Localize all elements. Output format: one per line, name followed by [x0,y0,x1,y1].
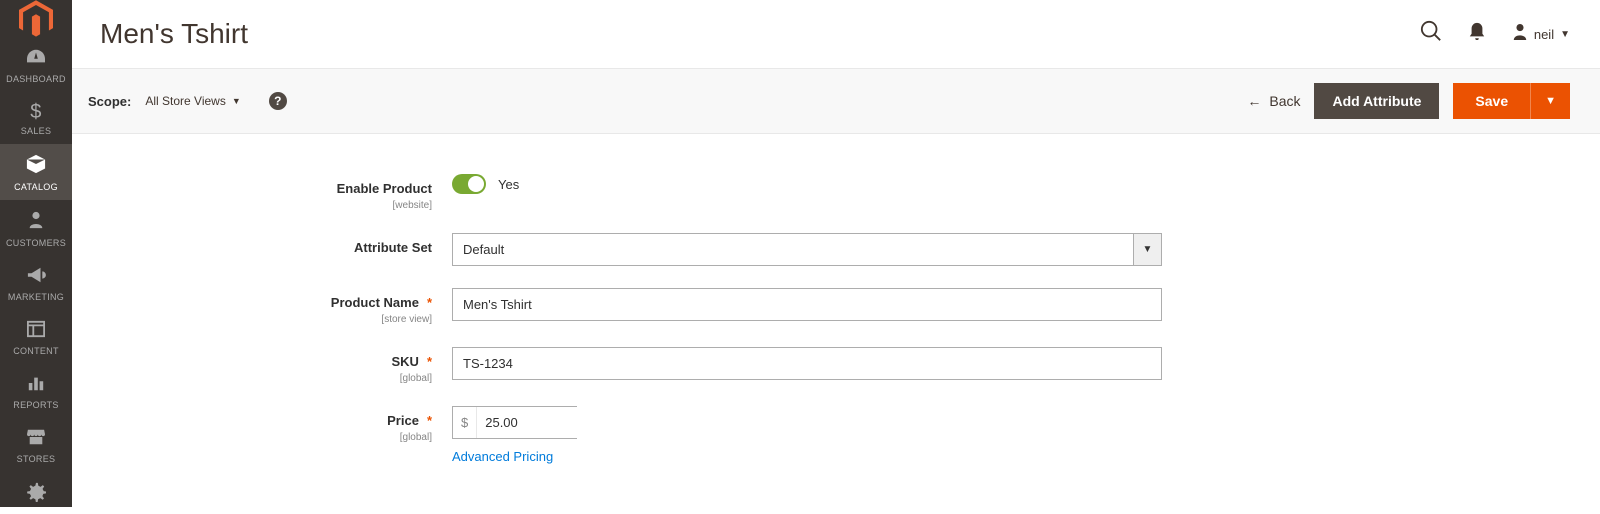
magento-logo-icon [19,0,53,38]
field-attribute-set: Attribute Set Default ▼ [102,233,1570,266]
gear-icon [26,482,46,506]
attribute-set-value: Default [452,233,1134,266]
sidebar-item-customers[interactable]: CUSTOMERS [0,200,72,256]
page-header: Men's Tshirt neil ▼ [72,0,1600,68]
required-mark: * [427,295,432,310]
field-price: Price * [global] $ Advanced Pricing [102,406,1570,464]
sidebar-label: REPORTS [13,400,58,410]
arrow-left-icon: ← [1247,93,1261,109]
sidebar-item-system[interactable] [0,472,72,514]
product-name-label: Product Name [331,295,419,310]
attribute-set-label: Attribute Set [354,240,432,255]
user-menu[interactable]: neil ▼ [1512,23,1570,46]
caret-down-icon: ▼ [1560,29,1570,40]
scope-label: Scope: [88,94,131,109]
price-input[interactable] [477,407,669,438]
page-title: Men's Tshirt [100,18,248,50]
attribute-set-select[interactable]: Default ▼ [452,233,1162,266]
sidebar-label: CONTENT [13,346,59,356]
sidebar-item-catalog[interactable]: CATALOG [0,144,72,200]
price-input-wrap: $ [452,406,577,439]
toolbar-left: Scope: All Store Views ▼ ? [88,92,287,110]
user-name: neil [1534,27,1554,42]
required-mark: * [427,354,432,369]
product-name-input[interactable] [452,288,1162,321]
chart-icon [26,374,46,396]
save-button-group: Save ▼ [1453,83,1570,119]
back-button[interactable]: ← Back [1247,93,1300,109]
sidebar-label: MARKETING [8,292,64,302]
content-icon [26,320,46,342]
field-enable-product: Enable Product [website] Yes [102,174,1570,211]
caret-down-icon: ▼ [232,96,241,106]
required-mark: * [427,413,432,428]
sidebar-label: STORES [17,454,56,464]
price-label: Price [387,413,419,428]
box-icon [25,154,47,178]
sidebar-label: CUSTOMERS [6,238,66,248]
sidebar-item-dashboard[interactable]: DASHBOARD [0,38,72,92]
sidebar-label: SALES [21,126,52,136]
help-icon[interactable]: ? [269,92,287,110]
sidebar-item-sales[interactable]: $ SALES [0,92,72,144]
person-icon [1512,23,1528,46]
header-actions: neil ▼ [1420,20,1570,48]
megaphone-icon [26,266,46,288]
scope-selector[interactable]: All Store Views ▼ [145,94,240,108]
sidebar-item-stores[interactable]: STORES [0,418,72,472]
enable-product-label: Enable Product [337,181,432,196]
save-dropdown-button[interactable]: ▼ [1530,83,1570,119]
sidebar-item-content[interactable]: CONTENT [0,310,72,364]
chevron-down-icon: ▼ [1134,233,1162,266]
dashboard-icon [25,48,47,70]
advanced-pricing-link[interactable]: Advanced Pricing [452,449,577,464]
form-area: Enable Product [website] Yes Attribute S… [72,134,1600,507]
dollar-icon: $ [30,102,41,122]
enable-product-value: Yes [498,177,519,192]
store-icon [26,428,46,450]
main-content: Men's Tshirt neil ▼ Scope: All Store Vie… [72,0,1600,507]
sidebar-item-marketing[interactable]: MARKETING [0,256,72,310]
sidebar: DASHBOARD $ SALES CATALOG CUSTOMERS MARK… [0,0,72,507]
sidebar-label: DASHBOARD [6,74,66,84]
sku-scope: [global] [102,373,432,384]
enable-product-scope: [website] [102,200,432,211]
toolbar-right: ← Back Add Attribute Save ▼ [1247,83,1570,119]
toolbar: Scope: All Store Views ▼ ? ← Back Add At… [72,68,1600,134]
magento-logo[interactable] [0,0,72,38]
person-icon [27,210,45,234]
price-currency: $ [453,407,477,438]
field-product-name: Product Name * [store view] [102,288,1570,325]
sku-label: SKU [391,354,418,369]
bell-icon[interactable] [1468,21,1486,47]
scope-value-text: All Store Views [145,94,225,108]
price-scope: [global] [102,432,432,443]
enable-product-toggle[interactable] [452,174,486,194]
product-name-scope: [store view] [102,314,432,325]
search-icon[interactable] [1420,20,1442,48]
field-sku: SKU * [global] [102,347,1570,384]
sku-input[interactable] [452,347,1162,380]
back-label: Back [1269,93,1300,109]
add-attribute-button[interactable]: Add Attribute [1314,83,1439,119]
sidebar-label: CATALOG [14,182,58,192]
sidebar-item-reports[interactable]: REPORTS [0,364,72,418]
save-button[interactable]: Save [1453,83,1530,119]
